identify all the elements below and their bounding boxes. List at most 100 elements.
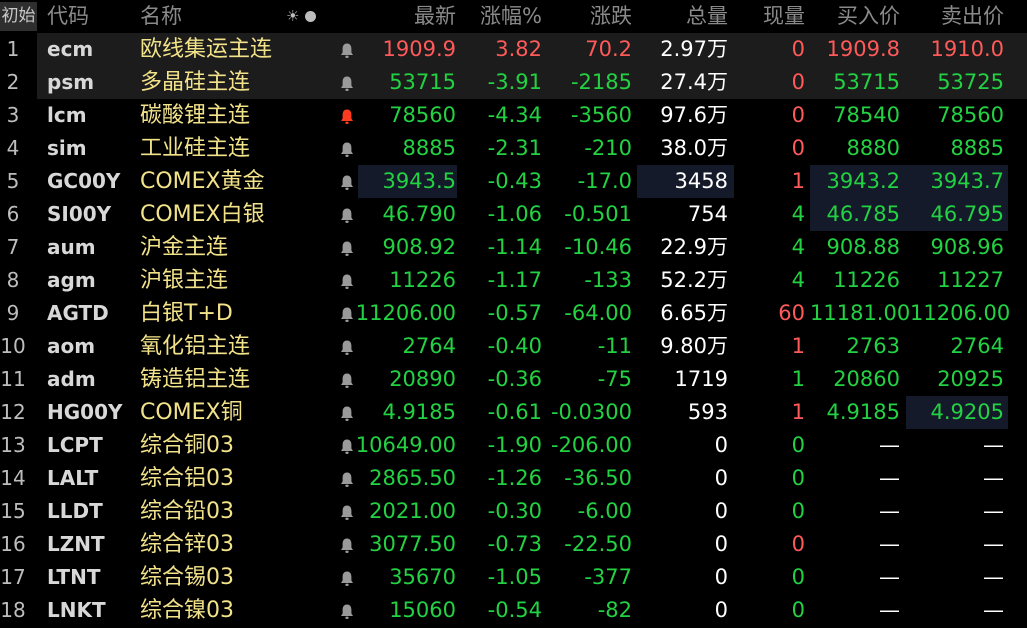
symbol-name[interactable]: 综合铝03 (140, 462, 234, 495)
row-index: 17 (0, 565, 26, 589)
symbol-code[interactable]: aum (47, 231, 96, 264)
table-row[interactable]: 11 adm 铸造铝主连 20890 -0.36 -75 1719 1 20860 20925 (0, 363, 1027, 396)
symbol-name[interactable]: 欧线集运主连 (140, 33, 272, 66)
init-button[interactable]: 初始 (0, 2, 37, 31)
last-price: 2021.00 (369, 499, 456, 523)
ask-price: — (983, 433, 1004, 457)
symbol-name[interactable]: 氧化铝主连 (140, 330, 250, 363)
symbol-code[interactable]: lcm (47, 99, 87, 132)
column-header-cur[interactable]: 现量 (745, 0, 805, 33)
symbol-code[interactable]: LALT (47, 462, 98, 495)
table-row[interactable]: 9 AGTD 白银T+D 11206.00 -0.57 -64.00 6.65万 60 1118… (0, 297, 1027, 330)
total-volume: 6.65万 (640, 297, 728, 330)
change-percent: -1.26 (487, 466, 542, 490)
symbol-name[interactable]: 综合锌03 (140, 528, 234, 561)
table-row[interactable]: 1 ecm 欧线集运主连 1909.9 3.82 70.2 2.97万 0 1909.8 1910… (0, 33, 1027, 66)
symbol-name[interactable]: 工业硅主连 (140, 132, 250, 165)
table-row[interactable]: 18 LNKT 综合镍03 15060 -0.54 -82 0 0 — — (0, 594, 1027, 627)
volume-value: 97.6 (660, 103, 707, 127)
table-row[interactable]: 14 LALT 综合铝03 2865.50 -1.26 -36.50 0 0 — — (0, 462, 1027, 495)
symbol-code[interactable]: HG00Y (47, 396, 122, 429)
symbol-code[interactable]: aom (47, 330, 95, 363)
table-row[interactable]: 7 aum 沪金主连 908.92 -1.14 -10.46 22.9万 4 908.88 908… (0, 231, 1027, 264)
symbol-code[interactable]: psm (47, 66, 94, 99)
row-index: 15 (0, 499, 26, 523)
symbol-code[interactable]: adm (47, 363, 96, 396)
symbol-code[interactable]: AGTD (47, 297, 109, 330)
volume-value: 3458 (674, 169, 728, 193)
change-percent: -0.61 (487, 400, 542, 424)
current-volume: 0 (791, 598, 805, 622)
symbol-name[interactable]: 综合锡03 (140, 561, 234, 594)
symbol-name[interactable]: 白银T+D (140, 297, 233, 330)
current-volume: 60 (778, 301, 805, 325)
ask-price: 1910.0 (930, 37, 1004, 61)
symbol-name[interactable]: 铸造铝主连 (140, 363, 250, 396)
table-row[interactable]: 13 LCPT 综合铜03 10649.00 -1.90 -206.00 0 0 — — (0, 429, 1027, 462)
total-volume: 2.97万 (640, 33, 728, 66)
symbol-code[interactable]: sim (47, 132, 87, 165)
column-header-chg[interactable]: 涨跌 (550, 0, 632, 33)
row-index: 3 (6, 103, 20, 127)
change-percent: -1.06 (487, 202, 542, 226)
column-header-pct[interactable]: 涨幅% (466, 0, 542, 33)
symbol-name[interactable]: 沪金主连 (140, 231, 228, 264)
symbol-code[interactable]: ecm (47, 33, 93, 66)
volume-value: 0 (714, 565, 728, 589)
column-header-bid[interactable]: 买入价 (810, 0, 900, 33)
table-row[interactable]: 16 LZNT 综合锌03 3077.50 -0.73 -22.50 0 0 — — (0, 528, 1027, 561)
symbol-name[interactable]: 综合铅03 (140, 495, 234, 528)
symbol-code[interactable]: SI00Y (47, 198, 111, 231)
symbol-code[interactable]: agm (47, 264, 96, 297)
last-price: 908.92 (382, 235, 456, 259)
table-row[interactable]: 4 sim 工业硅主连 8885 -2.31 -210 38.0万 0 8880 8885 (0, 132, 1027, 165)
total-volume: 0 (640, 561, 728, 594)
total-volume: 593 (640, 396, 728, 429)
change-amount: -36.50 (564, 466, 632, 490)
table-row[interactable]: 12 HG00Y COMEX铜 4.9185 -0.61 -0.0300 593 1 4.918… (0, 396, 1027, 429)
symbol-code[interactable]: LCPT (47, 429, 103, 462)
symbol-code[interactable]: GC00Y (47, 165, 120, 198)
table-row[interactable]: 10 aom 氧化铝主连 2764 -0.40 -11 9.80万 1 2763 2764 (0, 330, 1027, 363)
table-row[interactable]: 17 LTNT 综合锡03 35670 -1.05 -377 0 0 — — (0, 561, 1027, 594)
symbol-name[interactable]: COMEX白银 (140, 198, 265, 231)
volume-unit: 万 (707, 37, 728, 61)
sun-icon[interactable]: ☀ (286, 0, 299, 33)
column-header-ask[interactable]: 卖出价 (910, 0, 1004, 33)
symbol-code[interactable]: LTNT (47, 561, 100, 594)
change-percent: -3.91 (487, 70, 542, 94)
symbol-name[interactable]: 沪银主连 (140, 264, 228, 297)
total-volume: 22.9万 (640, 231, 728, 264)
column-header-code[interactable]: 代码 (47, 0, 89, 33)
volume-value: 22.9 (660, 235, 707, 259)
bid-price: 3943.2 (826, 169, 900, 193)
symbol-name[interactable]: 碳酸锂主连 (140, 99, 250, 132)
ask-price: 2764 (950, 334, 1004, 358)
column-header-name[interactable]: 名称 (140, 0, 182, 33)
volume-unit: 万 (707, 301, 728, 325)
symbol-name[interactable]: 综合镍03 (140, 594, 234, 627)
symbol-name[interactable]: 综合铜03 (140, 429, 234, 462)
symbol-code[interactable]: LNKT (47, 594, 106, 627)
symbol-name[interactable]: 多晶硅主连 (140, 66, 250, 99)
row-index: 4 (6, 136, 20, 160)
column-header-vol[interactable]: 总量 (640, 0, 728, 33)
ask-price: 4.9205 (930, 400, 1004, 424)
table-row[interactable]: 2 psm 多晶硅主连 53715 -3.91 -2185 27.4万 0 53715 53725 (0, 66, 1027, 99)
table-row[interactable]: 8 agm 沪银主连 11226 -1.17 -133 52.2万 4 11226 11227 (0, 264, 1027, 297)
table-row[interactable]: 5 GC00Y COMEX黄金 3943.5 -0.43 -17.0 3458 1 3943.2… (0, 165, 1027, 198)
column-header-price[interactable]: 最新 (340, 0, 456, 33)
symbol-name[interactable]: COMEX铜 (140, 396, 243, 429)
bid-price: 8880 (846, 136, 900, 160)
table-row[interactable]: 6 SI00Y COMEX白银 46.790 -1.06 -0.501 754 4 46.785… (0, 198, 1027, 231)
table-row[interactable]: 3 lcm 碳酸锂主连 78560 -4.34 -3560 97.6万 0 78540 78560 (0, 99, 1027, 132)
symbol-code[interactable]: LZNT (47, 528, 105, 561)
last-price: 3077.50 (369, 532, 456, 556)
volume-unit: 万 (707, 136, 728, 160)
change-percent: -1.05 (487, 565, 542, 589)
change-amount: -75 (597, 367, 632, 391)
symbol-code[interactable]: LLDT (47, 495, 103, 528)
table-row[interactable]: 15 LLDT 综合铅03 2021.00 -0.30 -6.00 0 0 — — (0, 495, 1027, 528)
symbol-name[interactable]: COMEX黄金 (140, 165, 265, 198)
moon-icon[interactable] (305, 11, 316, 22)
